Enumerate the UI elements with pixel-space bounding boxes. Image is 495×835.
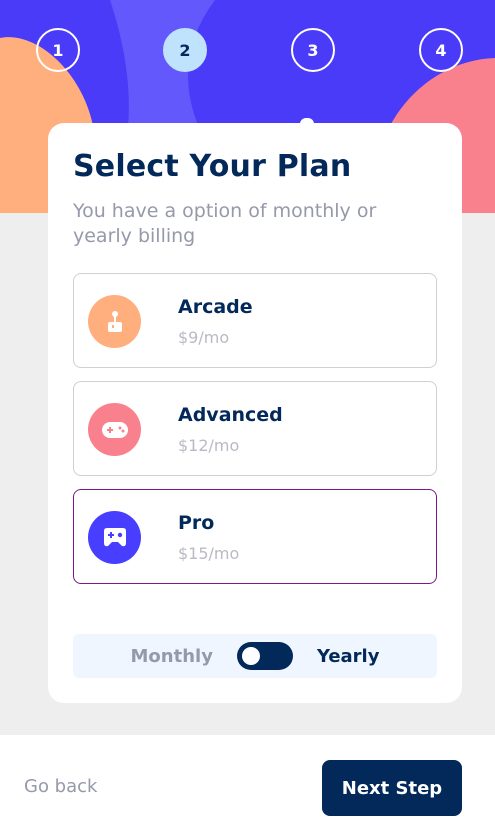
- plan-name-pro: Pro: [178, 512, 215, 534]
- billing-yearly-label[interactable]: Yearly: [317, 646, 380, 667]
- page-subtitle: You have a option of monthly or yearly b…: [73, 200, 377, 247]
- go-back-button[interactable]: Go back: [24, 776, 97, 797]
- billing-toggle[interactable]: [236, 642, 293, 670]
- plan-option-pro[interactable]: Pro $15/mo: [73, 489, 437, 584]
- plan-option-advanced[interactable]: Advanced $12/mo: [73, 381, 437, 476]
- step-2[interactable]: 2: [163, 28, 207, 72]
- plan-price-advanced: $12/mo: [178, 436, 240, 455]
- page-title: Select Your Plan: [73, 149, 352, 184]
- step-3[interactable]: 3: [291, 28, 335, 72]
- step-1-number: 1: [52, 40, 64, 60]
- step-1[interactable]: 1: [36, 28, 80, 72]
- plan-name-arcade: Arcade: [178, 296, 253, 318]
- next-step-button[interactable]: Next Step: [322, 760, 462, 816]
- step-2-number: 2: [179, 40, 191, 60]
- plan-name-advanced: Advanced: [178, 404, 283, 426]
- gamepad-icon: [88, 403, 141, 456]
- plan-option-arcade[interactable]: Arcade $9/mo: [73, 273, 437, 368]
- step-4[interactable]: 4: [419, 28, 463, 72]
- controller-icon: [88, 511, 141, 564]
- step-4-number: 4: [435, 40, 447, 60]
- billing-toggle-row: Monthly Yearly: [73, 634, 437, 678]
- step-indicator: 1 2 3 4: [0, 28, 495, 72]
- plan-price-arcade: $9/mo: [178, 328, 230, 347]
- plan-card: Select Your Plan You have a option of mo…: [48, 123, 462, 703]
- step-3-number: 3: [307, 40, 319, 60]
- footer-bar: Go back Next Step: [0, 735, 495, 835]
- billing-monthly-label[interactable]: Monthly: [131, 646, 213, 667]
- billing-toggle-knob: [241, 647, 260, 665]
- plan-price-pro: $15/mo: [178, 544, 240, 563]
- arcade-joystick-icon: [88, 295, 141, 348]
